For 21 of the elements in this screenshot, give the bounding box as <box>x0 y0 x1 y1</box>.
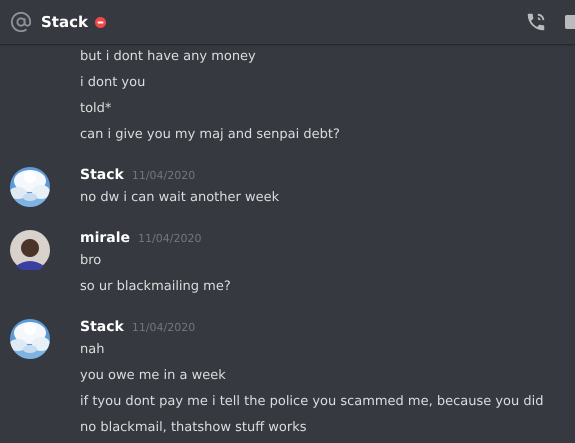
message-text: you owe me in a week <box>80 367 227 385</box>
message-text: so ur blackmailing me? <box>80 278 231 296</box>
timestamp: 11/04/2020 <box>132 320 196 336</box>
message-text: but i dont have any money <box>80 48 257 66</box>
channel-title: Stack <box>41 12 88 33</box>
message-text: if tyou dont pay me i tell the police you scammed me, because you did <box>80 393 544 411</box>
message-text: told* <box>80 100 112 118</box>
author-name[interactable]: mirale <box>80 228 130 249</box>
timestamp: 11/04/2020 <box>138 231 202 247</box>
message-text: i dont you <box>80 74 146 92</box>
avatar <box>10 230 50 270</box>
author-name[interactable]: Stack <box>80 317 124 338</box>
at-sign-icon <box>10 11 32 33</box>
phone-icon[interactable] <box>525 11 547 33</box>
message-text: can i give you my maj and senpai debt? <box>80 126 340 144</box>
message-text: no dw i can wait another week <box>80 189 280 207</box>
message-text: bro <box>80 252 102 270</box>
timestamp: 11/04/2020 <box>132 168 196 184</box>
message-text: nah <box>80 341 106 359</box>
author-name[interactable]: Stack <box>80 165 124 186</box>
message-text: no blackmail, thatshow stuff works <box>80 419 308 437</box>
